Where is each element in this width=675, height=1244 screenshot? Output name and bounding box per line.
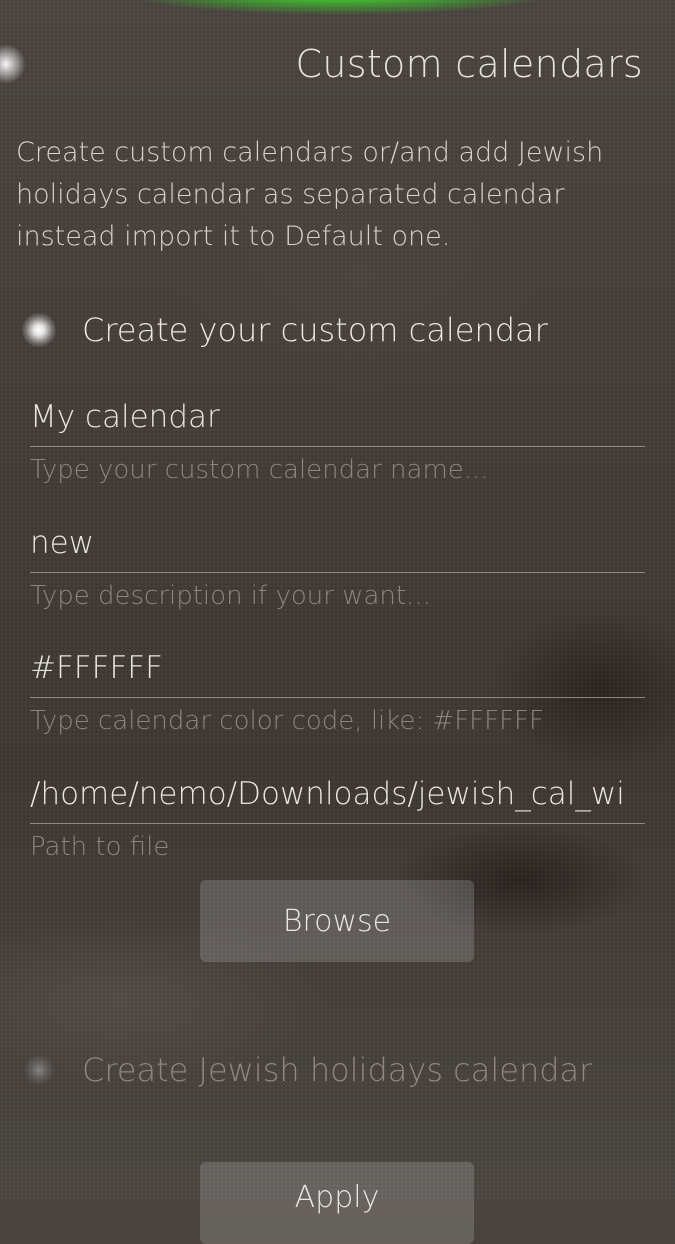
field-underline <box>30 823 645 824</box>
calendar-color-field[interactable]: #FFFFFF Type calendar color code, like: … <box>30 643 645 736</box>
calendar-color-hint: Type calendar color code, like: #FFFFFF <box>30 706 544 736</box>
calendar-name-value[interactable]: My calendar <box>30 392 645 442</box>
calendar-color-value[interactable]: #FFFFFF <box>30 643 645 693</box>
calendar-name-field[interactable]: My calendar Type your custom calendar na… <box>30 392 645 485</box>
custom-calendar-switch-label: Create your custom calendar <box>82 311 548 349</box>
jewish-calendar-switch-label: Create Jewish holidays calendar <box>82 1051 593 1089</box>
apply-button-label: Apply <box>294 1180 380 1215</box>
pulley-menu-indicator-icon <box>0 44 26 84</box>
switch-on-indicator-icon <box>22 313 56 347</box>
page-title: Custom calendars <box>295 42 643 86</box>
field-underline <box>30 572 645 573</box>
apply-button[interactable]: Apply <box>200 1162 474 1244</box>
switch-off-indicator-icon <box>22 1053 56 1087</box>
calendar-description-field[interactable]: new Type description if your want... <box>30 518 645 611</box>
file-path-hint: Path to file <box>30 832 170 862</box>
browse-button[interactable]: Browse <box>200 880 474 962</box>
custom-calendar-switch[interactable]: Create your custom calendar <box>0 300 675 360</box>
field-underline <box>30 697 645 698</box>
file-path-field[interactable]: /home/nemo/Downloads/jewish_cal_wi Path … <box>30 769 645 862</box>
intro-description: Create custom calendars or/and add Jewis… <box>16 137 604 252</box>
calendar-name-hint: Type your custom calendar name... <box>30 455 489 485</box>
top-ambient-glow <box>130 0 550 14</box>
field-underline <box>30 446 645 447</box>
file-path-value[interactable]: /home/nemo/Downloads/jewish_cal_wi <box>30 769 645 819</box>
calendar-description-hint: Type description if your want... <box>30 581 431 611</box>
calendar-description-value[interactable]: new <box>30 518 645 568</box>
jewish-calendar-switch[interactable]: Create Jewish holidays calendar <box>0 1040 675 1100</box>
